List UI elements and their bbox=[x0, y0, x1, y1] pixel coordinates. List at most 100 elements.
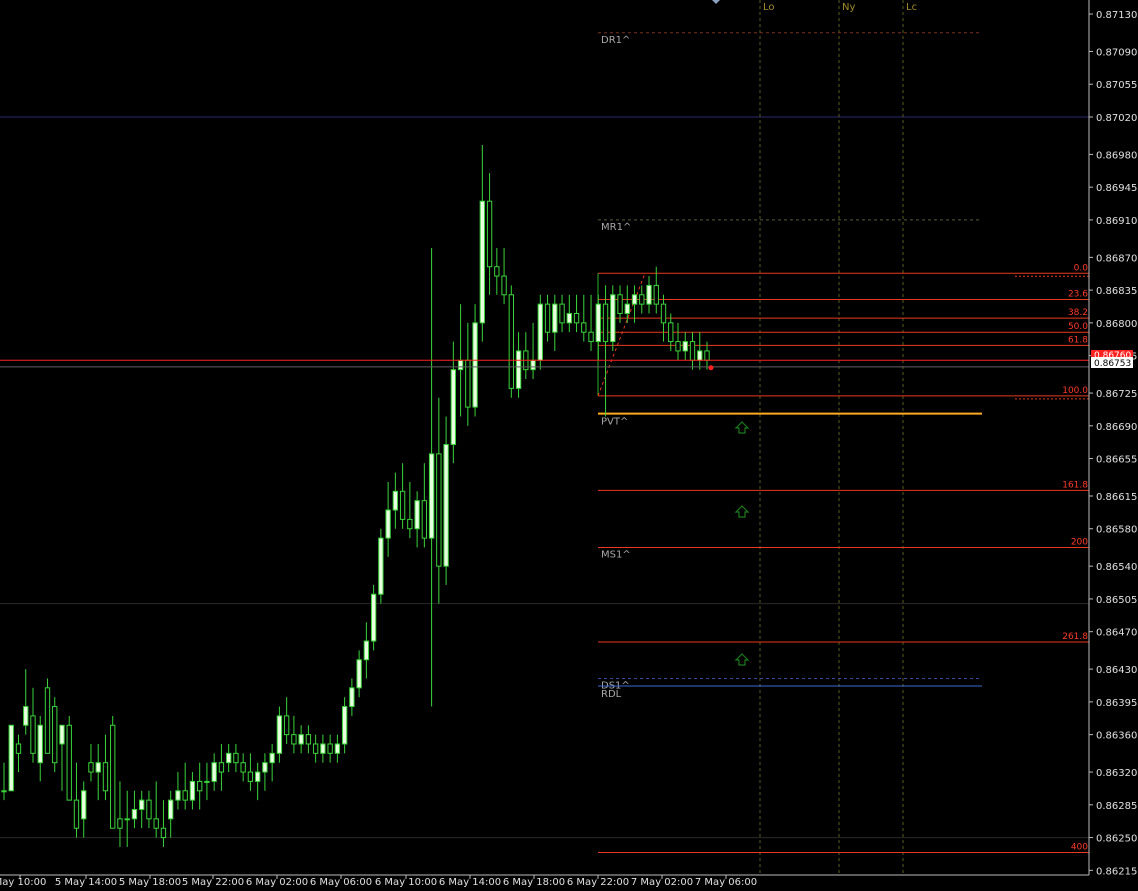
price-tick-label: 0.86655 bbox=[1096, 455, 1137, 466]
pivot-label: PVT^ bbox=[601, 417, 628, 428]
candle-body bbox=[269, 752, 275, 764]
candle-body bbox=[59, 724, 65, 745]
price-tick-label: 0.86725 bbox=[1096, 389, 1137, 400]
time-tick-label: 7 May 06:00 bbox=[695, 877, 757, 888]
candle-body bbox=[320, 743, 326, 754]
candle-body bbox=[602, 303, 609, 343]
candle-body bbox=[44, 687, 51, 754]
price-tick-label: 0.87020 bbox=[1096, 113, 1137, 124]
candle-body bbox=[436, 453, 442, 567]
candle-body bbox=[588, 331, 594, 343]
candle-body bbox=[240, 762, 246, 773]
candle-body bbox=[537, 303, 543, 361]
candle-body bbox=[472, 322, 478, 408]
fib-label: 200 bbox=[1071, 537, 1088, 547]
candle-body bbox=[225, 752, 232, 764]
price-tick-label: 0.86470 bbox=[1096, 628, 1137, 639]
pivot-label: DR1^ bbox=[601, 35, 630, 46]
session-label: Ny bbox=[842, 2, 855, 13]
candle-body bbox=[211, 762, 217, 782]
price-tick-label: 0.86250 bbox=[1096, 834, 1137, 845]
candle-body bbox=[204, 780, 210, 783]
candle-body bbox=[581, 322, 587, 333]
candle-body bbox=[283, 715, 290, 736]
price-tick-label: 0.86980 bbox=[1096, 150, 1137, 161]
ask-price-label: 0.86753 bbox=[1094, 359, 1131, 369]
price-tick-label: 0.87130 bbox=[1096, 10, 1137, 21]
candle-body bbox=[1, 790, 7, 793]
candle-body bbox=[334, 743, 341, 754]
candle-body bbox=[197, 780, 203, 792]
candle-body bbox=[414, 500, 420, 530]
candle-body bbox=[153, 818, 159, 829]
candle-body bbox=[233, 752, 239, 764]
candle-body bbox=[189, 780, 196, 801]
price-tick-label: 0.86360 bbox=[1096, 731, 1137, 742]
candle-body bbox=[697, 350, 703, 361]
candle-body bbox=[117, 818, 123, 829]
candle-body bbox=[349, 687, 355, 708]
candle-body bbox=[276, 715, 283, 754]
candle-body bbox=[450, 369, 457, 446]
candle-body bbox=[291, 734, 297, 745]
candle-body bbox=[682, 341, 688, 352]
candle-body bbox=[573, 313, 580, 324]
candle-body bbox=[102, 762, 109, 792]
candle-body bbox=[378, 537, 384, 595]
session-label: Lo bbox=[763, 2, 775, 13]
candle-body bbox=[175, 790, 181, 801]
candle-body bbox=[110, 724, 116, 829]
candle-body bbox=[486, 200, 493, 268]
price-tick-label: 0.86285 bbox=[1096, 801, 1137, 812]
candle-body bbox=[559, 303, 565, 324]
candle-body bbox=[639, 294, 645, 305]
candle-body bbox=[52, 706, 58, 764]
time-tick-label: 5 May 14:00 bbox=[55, 877, 117, 888]
candle-body bbox=[30, 715, 36, 754]
candle-body bbox=[421, 500, 428, 539]
price-tick-label: 0.86800 bbox=[1096, 319, 1137, 330]
candle-body bbox=[610, 294, 616, 343]
candle-body bbox=[81, 790, 87, 820]
time-tick-label: 5 May 18:00 bbox=[119, 877, 181, 888]
time-tick-label: 6 May 06:00 bbox=[310, 877, 372, 888]
current-price-box: 0.86760 0.86753 bbox=[1091, 350, 1133, 369]
candle-body bbox=[139, 799, 145, 810]
price-tick-label: 0.86320 bbox=[1096, 768, 1137, 779]
fib-label: 400 bbox=[1071, 843, 1088, 853]
candle-body bbox=[479, 200, 486, 324]
chart-background bbox=[0, 0, 1138, 891]
price-tick-label: 0.86910 bbox=[1096, 216, 1137, 227]
pivot-label: MS1^ bbox=[601, 549, 631, 560]
price-tick-label: 0.86870 bbox=[1096, 253, 1137, 264]
candle-body bbox=[399, 490, 406, 520]
candle-body bbox=[124, 818, 130, 821]
candle-body bbox=[428, 453, 435, 539]
candle-body bbox=[95, 762, 101, 773]
candle-body bbox=[363, 640, 370, 661]
price-tick-label: 0.86945 bbox=[1096, 183, 1137, 194]
candle-body bbox=[552, 303, 558, 333]
fib-label: 261.8 bbox=[1062, 632, 1088, 642]
time-tick-label: 7 May 02:00 bbox=[631, 877, 693, 888]
candle-body bbox=[566, 313, 572, 324]
session-label: Lc bbox=[906, 2, 917, 13]
candle-body bbox=[494, 266, 500, 277]
last-price-dot bbox=[708, 365, 714, 371]
price-tick-label: 0.86835 bbox=[1096, 286, 1137, 297]
time-tick-label: 5 May 22:00 bbox=[182, 877, 244, 888]
candle-body bbox=[704, 350, 710, 361]
candle-body bbox=[595, 303, 601, 343]
price-tick-label: 0.86615 bbox=[1096, 492, 1137, 503]
pivot-label: RDL bbox=[601, 689, 622, 700]
candle-body bbox=[23, 706, 29, 726]
price-tick-label: 0.86430 bbox=[1096, 665, 1137, 676]
candle-body bbox=[443, 444, 449, 567]
price-chart[interactable]: Lo Ny Lc DR1^MR1^PVT^MS1^DS1^RDL 0.023.638… bbox=[0, 0, 1138, 891]
time-axis: May 10:00 5 May 14:005 May 18:005 May 22:… bbox=[0, 875, 757, 888]
fib-label: 23.6 bbox=[1068, 289, 1088, 299]
candle-body bbox=[88, 762, 94, 773]
price-tick-label: 0.86540 bbox=[1096, 562, 1137, 573]
candle-body bbox=[675, 341, 681, 352]
candle-body bbox=[668, 322, 674, 343]
